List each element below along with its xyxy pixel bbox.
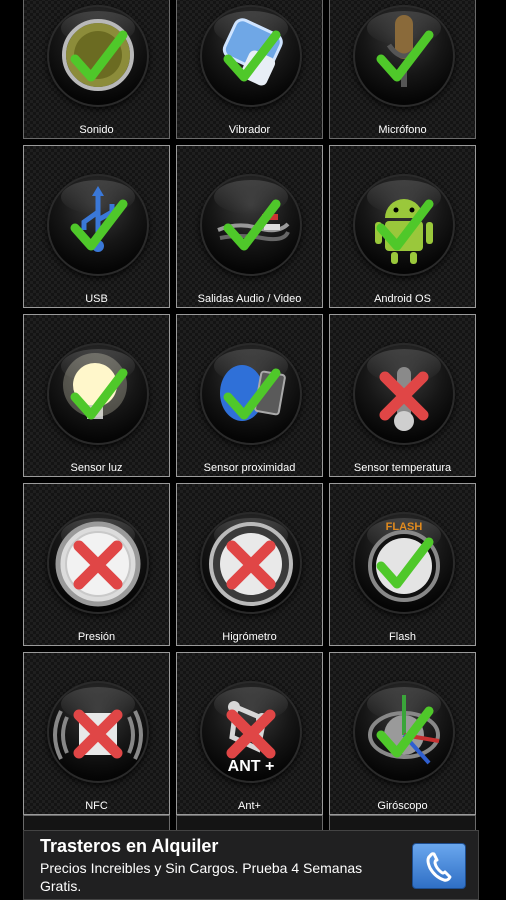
tile-label: Android OS (374, 293, 431, 305)
check-icon (376, 706, 434, 758)
feature-tile[interactable]: USB (23, 145, 170, 308)
feature-tile[interactable]: Sensor proximidad (176, 314, 323, 477)
feature-tile[interactable]: Sonido (23, 0, 170, 139)
cross-icon (73, 709, 123, 759)
icon-orb (47, 512, 149, 614)
icon-orb (47, 5, 149, 107)
tile-label: Sensor proximidad (203, 462, 296, 474)
check-icon (223, 199, 281, 251)
check-icon (70, 368, 128, 420)
tile-label: Giróscopo (377, 800, 428, 812)
icon-orb (47, 174, 149, 276)
feature-tile[interactable]: Sensor luz (23, 314, 170, 477)
tile-label: Salidas Audio / Video (197, 293, 302, 305)
check-icon (223, 30, 281, 82)
feature-tile[interactable]: Vibrador (176, 0, 323, 139)
feature-tile[interactable]: Salidas Audio / Video (176, 145, 323, 308)
tile-label: USB (85, 293, 108, 305)
icon-orb: FLASH (353, 512, 455, 614)
tile-label: Ant+ (238, 800, 261, 812)
feature-tile[interactable]: Micrófono (329, 0, 476, 139)
tile-label: Vibrador (228, 124, 271, 136)
icon-orb (200, 343, 302, 445)
cross-icon (73, 540, 123, 590)
call-button[interactable] (412, 843, 466, 889)
check-icon (376, 199, 434, 251)
tile-label: Presión (77, 631, 116, 643)
icon-orb (200, 174, 302, 276)
icon-orb (353, 343, 455, 445)
icon-orb (353, 5, 455, 107)
feature-tile[interactable]: Android OS (329, 145, 476, 308)
partial-tile (329, 815, 476, 830)
feature-tile[interactable]: Giróscopo (329, 652, 476, 815)
icon-orb (353, 681, 455, 783)
cross-icon (379, 371, 429, 421)
feature-tile[interactable]: Sensor temperatura (329, 314, 476, 477)
check-icon (70, 199, 128, 251)
tile-label: NFC (85, 800, 108, 812)
icon-orb (200, 5, 302, 107)
ad-title: Trasteros en Alquiler (40, 836, 219, 856)
icon-orb (47, 343, 149, 445)
icon-orb (47, 681, 149, 783)
feature-tile[interactable]: Higrómetro (176, 483, 323, 646)
icon-orb (353, 174, 455, 276)
tile-label: Higrómetro (222, 631, 277, 643)
check-icon (223, 368, 281, 420)
check-icon (376, 537, 434, 589)
check-icon (70, 30, 128, 82)
partial-tile (176, 815, 323, 830)
feature-tile[interactable]: Presión (23, 483, 170, 646)
feature-tile[interactable]: ANT + Ant+ (176, 652, 323, 815)
tile-label: Sensor temperatura (353, 462, 452, 474)
tile-label: Flash (389, 631, 416, 643)
tile-label: Sonido (79, 124, 114, 136)
feature-tile[interactable]: NFC (23, 652, 170, 815)
ad-banner[interactable]: Trasteros en Alquiler Precios Increibles… (23, 830, 479, 900)
icon-orb (200, 512, 302, 614)
partial-tile (23, 815, 170, 830)
check-icon (376, 30, 434, 82)
cross-icon (226, 540, 276, 590)
feature-tile[interactable]: FLASH Flash (329, 483, 476, 646)
cross-icon (226, 709, 276, 759)
tile-label: Sensor luz (70, 462, 123, 474)
tile-label: Micrófono (378, 124, 427, 136)
ad-text: Precios Increibles y Sin Cargos. Prueba … (40, 860, 363, 894)
icon-orb: ANT + (200, 681, 302, 783)
phone-icon (426, 852, 452, 882)
